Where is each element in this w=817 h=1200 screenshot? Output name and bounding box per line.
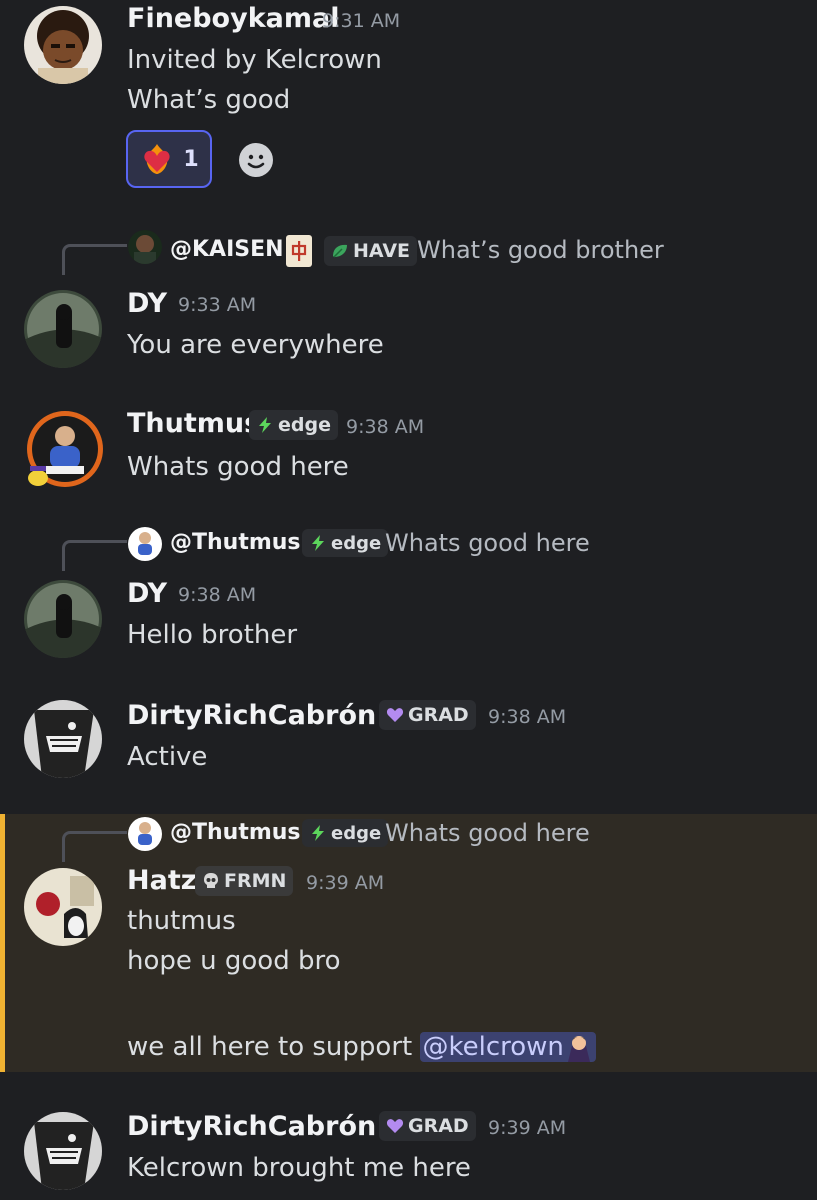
message-line: hope u good bro (127, 946, 341, 976)
reply-avatar[interactable] (128, 230, 162, 264)
message-line: thutmus (127, 906, 236, 936)
message-text: You are everywhere (127, 330, 384, 360)
lightning-icon (309, 534, 327, 552)
lightning-icon (309, 824, 327, 842)
role-tag: edge (302, 529, 389, 557)
avatar-thutmus[interactable] (24, 410, 103, 488)
role-tag: FRMN (195, 866, 294, 896)
author-name[interactable]: Fineboykamal (127, 3, 340, 34)
leaf-icon (331, 242, 349, 260)
timestamp: 9:38 AM (178, 584, 257, 606)
timestamp: 9:38 AM (346, 416, 425, 438)
reaction-button[interactable]: 1 (126, 130, 212, 188)
message-text: Active (127, 742, 208, 772)
timestamp: 9:39 AM (488, 1117, 567, 1139)
avatar-dirtyrichcabron[interactable] (24, 1112, 102, 1190)
author-name[interactable]: Hatz (127, 865, 196, 896)
role-tag-label: GRAD (408, 704, 469, 726)
role-tag-label: GRAD (408, 1115, 469, 1137)
timestamp: 9:33 AM (178, 294, 257, 316)
vampire-icon (564, 1032, 594, 1064)
message-line: we all here to support @kelcrown (127, 1026, 596, 1068)
add-reaction-icon[interactable] (239, 143, 273, 177)
reply-preview[interactable]: What’s good brother (417, 236, 664, 264)
timestamp: 9:31 AM (322, 10, 401, 32)
avatar-dy[interactable] (24, 580, 102, 658)
role-tag: edge (302, 819, 389, 847)
role-tag-label: edge (331, 532, 382, 554)
role-tag: edge (249, 410, 338, 440)
author-name[interactable]: DirtyRichCabrón ./ (127, 700, 406, 731)
avatar-dirtyrichcabron[interactable] (24, 700, 102, 778)
role-tag-label: FRMN (224, 870, 287, 892)
mention-label[interactable]: @kelcrown (422, 1032, 563, 1062)
message-text: we all here to support (127, 1032, 421, 1062)
avatar-dy[interactable] (24, 290, 102, 368)
author-name[interactable]: Thutmus (127, 408, 260, 439)
role-tag: GRAD (379, 700, 476, 730)
reply-author[interactable]: @KAISEN (170, 237, 284, 262)
lightning-icon (256, 416, 274, 434)
author-name[interactable]: DY (127, 578, 167, 609)
reply-preview[interactable]: Whats good here (385, 529, 590, 557)
skull-icon (202, 872, 220, 890)
reply-avatar[interactable] (128, 817, 162, 851)
reply-author[interactable]: @Thutmus (170, 820, 301, 845)
message-line: Invited by Kelcrown (127, 45, 382, 75)
avatar-fineboykamal[interactable] (24, 6, 102, 84)
role-tag-label: HAVE (353, 240, 410, 262)
reply-connector (62, 244, 127, 275)
heart-on-fire-icon (139, 141, 175, 177)
message-text: Whats good here (127, 452, 349, 482)
timestamp: 9:39 AM (306, 872, 385, 894)
mahjong-tile-icon (286, 235, 312, 267)
role-tag-label: edge (331, 822, 382, 844)
message-line: What’s good (127, 85, 291, 115)
reaction-count: 1 (183, 146, 199, 172)
avatar-hatz[interactable] (24, 868, 102, 946)
message-text: Hello brother (127, 620, 298, 650)
role-tag-label: edge (278, 414, 331, 436)
author-name[interactable]: DirtyRichCabrón ./ (127, 1111, 406, 1142)
reply-connector (62, 831, 127, 862)
mention-highlight-bar (0, 814, 5, 1072)
author-name[interactable]: DY (127, 288, 167, 319)
user-mention[interactable]: @kelcrown (420, 1032, 596, 1064)
purple-heart-icon (386, 706, 404, 724)
reply-preview[interactable]: Whats good here (385, 819, 590, 847)
message-text: Kelcrown brought me here (127, 1153, 471, 1183)
reply-avatar[interactable] (128, 527, 162, 561)
role-tag: HAVE (324, 236, 417, 266)
reply-author[interactable]: @Thutmus (170, 530, 301, 555)
role-tag: GRAD (379, 1111, 476, 1141)
purple-heart-icon (386, 1117, 404, 1135)
reply-connector (62, 540, 127, 571)
timestamp: 9:38 AM (488, 706, 567, 728)
